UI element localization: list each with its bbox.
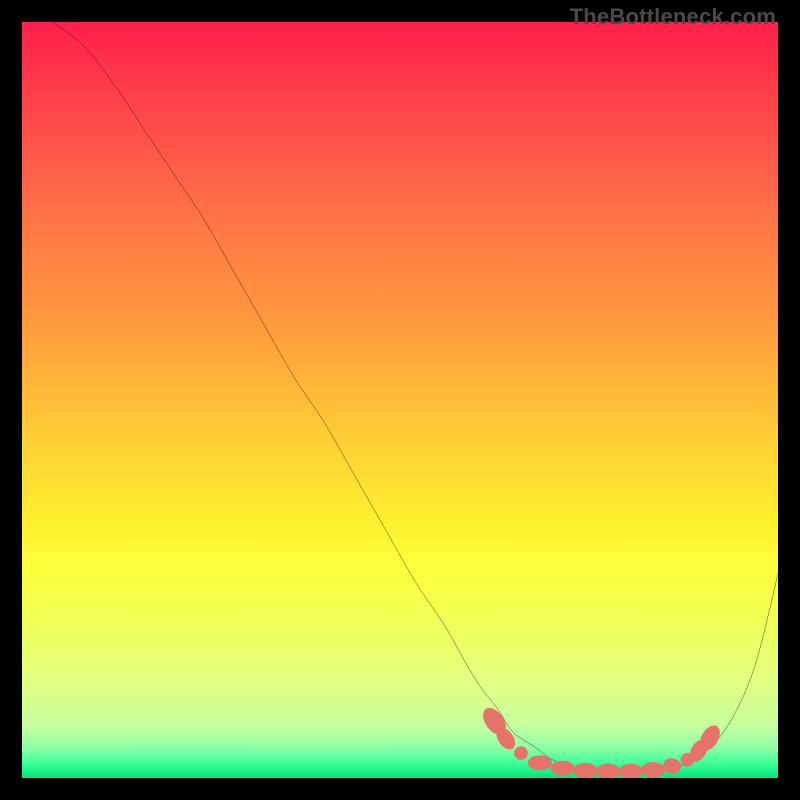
bottleneck-curve [52,22,778,772]
chart-marker [641,762,665,777]
chart-curve [52,22,778,772]
chart-plot-area [22,22,778,778]
chart-frame: TheBottleneck.com [0,0,800,800]
chart-marker [514,746,528,760]
chart-marker [573,763,597,778]
chart-marker [662,757,682,775]
chart-markers [478,704,724,778]
watermark-label: TheBottleneck.com [570,4,776,30]
chart-marker [550,761,574,776]
chart-marker [596,764,620,778]
chart-marker [618,764,642,778]
chart-marker [528,755,552,770]
chart-svg [22,22,778,778]
